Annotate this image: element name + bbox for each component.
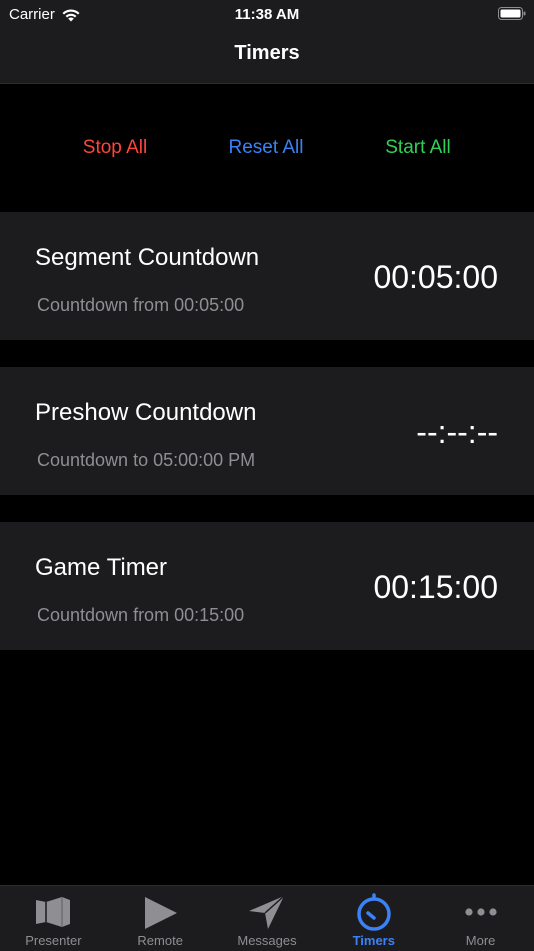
timer-value: 00:15:00 — [373, 569, 498, 605]
tab-messages[interactable]: Messages — [214, 886, 321, 951]
timer-subtitle: Countdown from 00:05:00 — [37, 295, 245, 315]
tab-label: Remote — [137, 933, 183, 948]
start-all-button[interactable]: Start All — [385, 137, 450, 159]
timer-row-game-timer[interactable]: Game Timer Countdown from 00:15:00 00:15… — [0, 522, 534, 650]
tab-label: Messages — [237, 933, 297, 948]
tab-label: Timers — [352, 933, 395, 948]
tab-remote[interactable]: Remote — [107, 886, 214, 951]
tab-bar: Presenter Remote Messages Timers More — [0, 885, 534, 951]
battery-icon — [498, 7, 526, 20]
timer-value: 00:05:00 — [373, 259, 498, 295]
tab-timers[interactable]: Timers — [320, 886, 427, 951]
timer-icon — [357, 893, 391, 931]
presenter-icon — [36, 897, 71, 927]
timer-subtitle: Countdown from 00:15:00 — [37, 605, 245, 625]
tab-presenter[interactable]: Presenter — [0, 886, 107, 951]
tab-label: Presenter — [25, 933, 82, 948]
ellipsis-icon — [464, 908, 497, 916]
page-title: Timers — [234, 42, 300, 64]
timer-name: Segment Countdown — [35, 244, 260, 271]
timer-name: Game Timer — [35, 554, 168, 581]
tab-more[interactable]: More — [427, 886, 534, 951]
tab-label: More — [465, 933, 496, 948]
status-time: 11:38 AM — [234, 6, 300, 23]
timer-value: --:--:-- — [416, 414, 498, 450]
navigation-bar: Timers — [0, 28, 534, 84]
timer-actions: Stop All Reset All Start All — [0, 84, 534, 212]
status-bar: Carrier 11:38 AM — [0, 0, 534, 28]
timer-subtitle: Countdown to 05:00:00 PM — [37, 450, 256, 470]
reset-all-button[interactable]: Reset All — [229, 137, 304, 159]
stop-all-button[interactable]: Stop All — [83, 137, 147, 159]
timer-row-preshow-countdown[interactable]: Preshow Countdown Countdown to 05:00:00 … — [0, 367, 534, 495]
timer-name: Preshow Countdown — [35, 399, 257, 426]
timer-row-segment-countdown[interactable]: Segment Countdown Countdown from 00:05:0… — [0, 212, 534, 340]
play-icon — [145, 897, 178, 929]
paper-plane-icon — [248, 895, 285, 929]
